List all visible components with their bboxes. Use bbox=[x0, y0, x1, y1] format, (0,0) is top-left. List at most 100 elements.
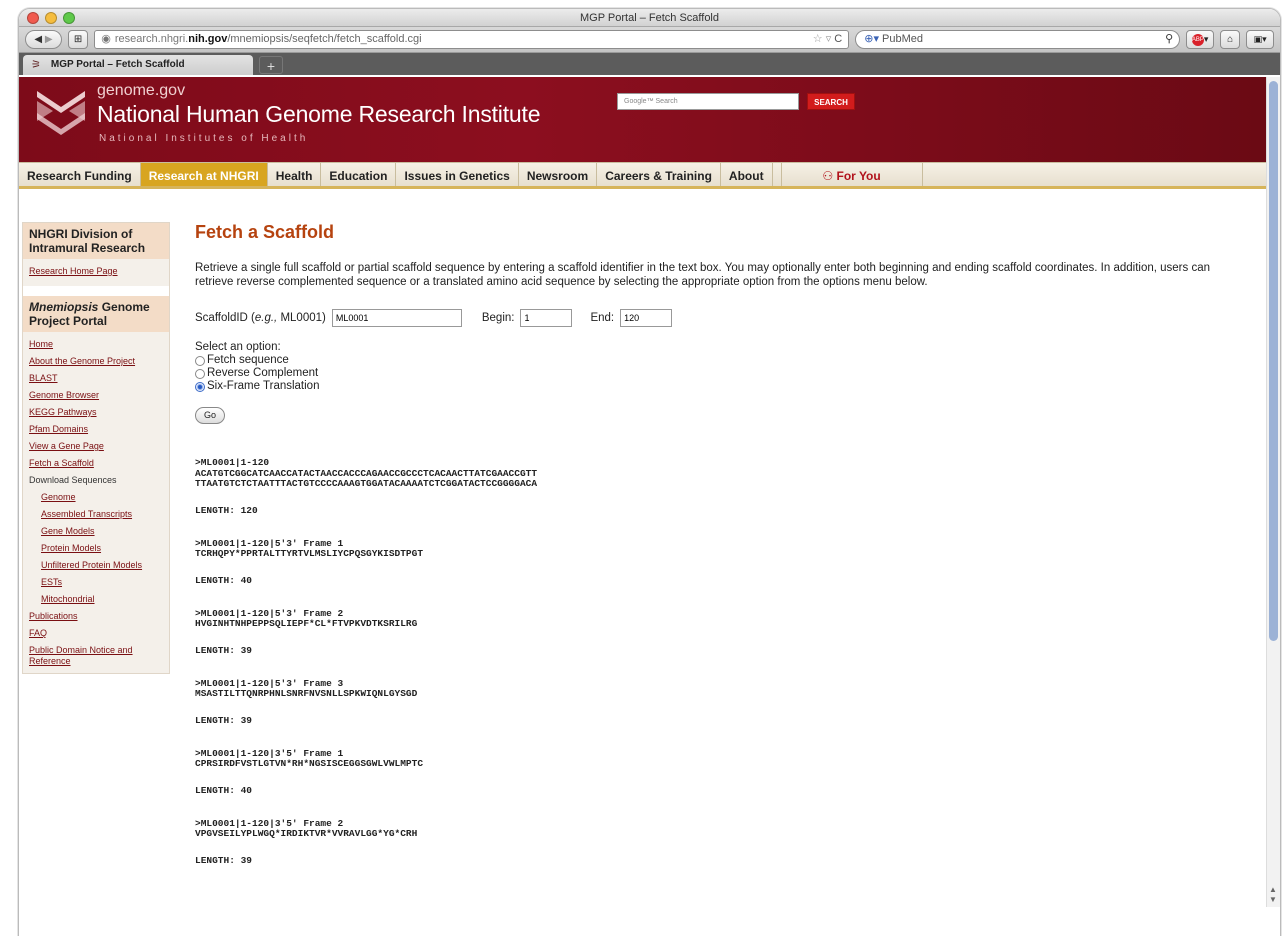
scaffold-label-eg: e.g., bbox=[254, 312, 278, 324]
option-six-frame[interactable]: Six-Frame Translation bbox=[195, 380, 1245, 393]
sidebar-link-pfam[interactable]: Pfam Domains bbox=[29, 421, 169, 438]
sequence-line: VPGVSEILYPLWGQ*IRDIKTVR*VVRAVLGG*YG*CRH bbox=[195, 828, 418, 839]
sequence-length: LENGTH: 39 bbox=[195, 644, 253, 656]
intro-text: Retrieve a single full scaffold or parti… bbox=[195, 262, 1210, 288]
sequence-block: >ML0001|1-120|5'3' Frame 2 HVGINHTNHPEPP… bbox=[195, 608, 1245, 630]
nav-issues-in-genetics[interactable]: Issues in Genetics bbox=[396, 163, 519, 186]
bookmark-button[interactable]: ⊞ bbox=[67, 30, 89, 49]
nav-education[interactable]: Education bbox=[321, 163, 397, 186]
minimize-window-button[interactable] bbox=[45, 12, 57, 24]
back-forward-buttons[interactable]: ◀ ▶ bbox=[25, 30, 62, 49]
sidebar-title-italic: Mnemiopsis bbox=[29, 300, 99, 314]
institute-name[interactable]: National Human Genome Research Institute bbox=[97, 101, 540, 128]
site-header: genome.gov National Human Genome Researc… bbox=[19, 77, 1280, 162]
search-engine-icon[interactable]: ⊕▾ bbox=[864, 33, 879, 45]
result-block: >ML0001|1-120 ACATGTCGGCATCAACCATACTAACC… bbox=[195, 457, 1245, 515]
search-icon[interactable]: ⚲ bbox=[1165, 31, 1173, 48]
result-block: >ML0001|1-120|3'5' Frame 1 CPRSIRDFVSTLG… bbox=[195, 748, 1245, 796]
sequence-block: >ML0001|1-120|5'3' Frame 1 TCRHQPY*PPRTA… bbox=[195, 538, 1245, 560]
nav-research-funding[interactable]: Research Funding bbox=[19, 163, 141, 186]
sidebar-link-fetch-scaffold[interactable]: Fetch a Scaffold bbox=[29, 455, 169, 472]
back-arrow-icon[interactable]: ◀ bbox=[34, 34, 42, 45]
new-tab-button[interactable]: + bbox=[259, 56, 283, 74]
scaffold-label-suffix: ML0001) bbox=[277, 312, 326, 324]
star-icon[interactable]: ☆ bbox=[813, 33, 823, 45]
page-content: NHGRI Division of Intramural Research Re… bbox=[19, 189, 1280, 889]
window-icon: ▣ bbox=[1253, 34, 1263, 44]
site-search-input[interactable]: Google™ Search bbox=[617, 93, 799, 110]
url-text: research.nhgri.nih.gov/mnemiopsis/seqfet… bbox=[115, 31, 422, 48]
sequence-length: LENGTH: 39 bbox=[195, 714, 253, 726]
nav-research-at-nhgri[interactable]: Research at NHGRI bbox=[140, 163, 268, 186]
tab-bar: ⚞ MGP Portal – Fetch Scaffold + bbox=[19, 53, 1280, 75]
result-block: >ML0001|1-120|5'3' Frame 2 HVGINHTNHPEPP… bbox=[195, 608, 1245, 656]
site-search-button[interactable]: SEARCH bbox=[807, 93, 855, 110]
radio-fetch-sequence[interactable] bbox=[195, 355, 205, 366]
nav-for-you-label: For You bbox=[836, 169, 881, 183]
begin-input[interactable] bbox=[520, 309, 573, 327]
sidebar-link-genome-browser[interactable]: Genome Browser bbox=[29, 387, 169, 404]
sidebar-link-protein-models[interactable]: Protein Models bbox=[29, 540, 169, 557]
sidebar-link-genome[interactable]: Genome bbox=[29, 489, 169, 506]
scroll-up-arrow-icon[interactable]: ▲ bbox=[1269, 885, 1277, 894]
sidebar-link-ests[interactable]: ESTs bbox=[29, 574, 169, 591]
browser-toolbar: ◀ ▶ ⊞ ◉ research.nhgri.nih.gov/mnemiopsi… bbox=[19, 27, 1280, 53]
sidebar-link-home[interactable]: Home bbox=[29, 336, 169, 353]
person-icon: ⚇ bbox=[822, 169, 834, 183]
forward-arrow-icon[interactable]: ▶ bbox=[45, 34, 53, 45]
reload-icon[interactable]: C bbox=[834, 33, 842, 45]
sidebar-link-kegg[interactable]: KEGG Pathways bbox=[29, 404, 169, 421]
nav-for-you[interactable]: ⚇ For You bbox=[780, 163, 923, 186]
sequence-header: >ML0001|1-120 bbox=[195, 457, 270, 468]
nav-careers-training[interactable]: Careers & Training bbox=[597, 163, 721, 186]
radio-six-frame[interactable] bbox=[195, 381, 205, 392]
nav-newsroom[interactable]: Newsroom bbox=[519, 163, 598, 186]
close-window-button[interactable] bbox=[27, 12, 39, 24]
sidebar-link-about[interactable]: About the Genome Project bbox=[29, 353, 169, 370]
radio-reverse-complement[interactable] bbox=[195, 368, 205, 379]
sidebar-link-gene-page[interactable]: View a Gene Page bbox=[29, 438, 169, 455]
sidebar-link-research-home[interactable]: Research Home Page bbox=[29, 263, 169, 280]
main-content: Fetch a Scaffold Retrieve a single full … bbox=[195, 222, 1245, 889]
nav-about[interactable]: About bbox=[721, 163, 773, 186]
sidebar-label-download: Download Sequences bbox=[29, 475, 117, 485]
sidebar-link-blast[interactable]: BLAST bbox=[29, 370, 169, 387]
sidebar-link-unfiltered[interactable]: Unfiltered Protein Models bbox=[29, 557, 169, 574]
scaffold-id-input[interactable] bbox=[331, 309, 462, 327]
site-name[interactable]: genome.gov bbox=[97, 82, 185, 100]
window-title: MGP Portal – Fetch Scaffold bbox=[580, 12, 719, 24]
dropdown-arrow-icon[interactable]: ▿ bbox=[826, 33, 832, 45]
sidebar-link-transcripts[interactable]: Assembled Transcripts bbox=[29, 506, 169, 523]
go-button[interactable]: Go bbox=[195, 407, 225, 424]
sidebar: NHGRI Division of Intramural Research Re… bbox=[22, 222, 170, 674]
scroll-down-arrow-icon[interactable]: ▼ bbox=[1269, 895, 1277, 904]
option-reverse-complement[interactable]: Reverse Complement bbox=[195, 367, 1245, 380]
url-bar[interactable]: ◉ research.nhgri.nih.gov/mnemiopsis/seqf… bbox=[94, 30, 850, 49]
search-engine-bar[interactable]: ⊕▾ PubMed ⚲ bbox=[855, 30, 1181, 49]
sidebar-link-faq[interactable]: FAQ bbox=[29, 625, 169, 642]
nav-health[interactable]: Health bbox=[268, 163, 322, 186]
home-button[interactable]: ⌂ bbox=[1219, 30, 1241, 49]
sequence-line: CPRSIRDFVSTLGTVN*RH*NGSISCEGGSGWLVWLMPTC bbox=[195, 758, 424, 769]
scrollbar-thumb[interactable] bbox=[1269, 81, 1278, 641]
url-domain-bold: nih.gov bbox=[188, 33, 228, 45]
zoom-window-button[interactable] bbox=[63, 12, 75, 24]
sidebar-link-public-domain[interactable]: Public Domain Notice and Reference bbox=[29, 645, 169, 667]
option-fetch-sequence[interactable]: Fetch sequence bbox=[195, 354, 1245, 367]
begin-label: Begin: bbox=[481, 312, 515, 324]
sequence-line: TTAATGTCTCTAATTTACTGTCCCCAAAGTGGATACAAAA… bbox=[195, 478, 538, 489]
adblock-button[interactable]: ABP ▾ bbox=[1186, 30, 1214, 49]
sidebar-link-mitochondrial[interactable]: Mitochondrial bbox=[29, 591, 169, 608]
url-path: /mnemiopsis/seqfetch/fetch_scaffold.cgi bbox=[227, 33, 422, 45]
end-input[interactable] bbox=[620, 309, 673, 327]
sidebar-link-publications[interactable]: Publications bbox=[29, 608, 169, 625]
sequence-block: >ML0001|1-120 ACATGTCGGCATCAACCATACTAACC… bbox=[195, 457, 1245, 490]
dna-favicon-icon: ⚞ bbox=[31, 59, 41, 71]
option-six-frame-label: Six-Frame Translation bbox=[207, 380, 320, 392]
vertical-scrollbar[interactable]: ▲ ▼ bbox=[1266, 77, 1280, 907]
sidebar-link-gene-models[interactable]: Gene Models bbox=[29, 523, 169, 540]
sidebar-divider bbox=[23, 286, 169, 296]
nih-name: National Institutes of Health bbox=[99, 133, 309, 144]
menu-button[interactable]: ▣ ▾ bbox=[1246, 30, 1274, 49]
tab-active[interactable]: ⚞ MGP Portal – Fetch Scaffold bbox=[23, 55, 253, 75]
